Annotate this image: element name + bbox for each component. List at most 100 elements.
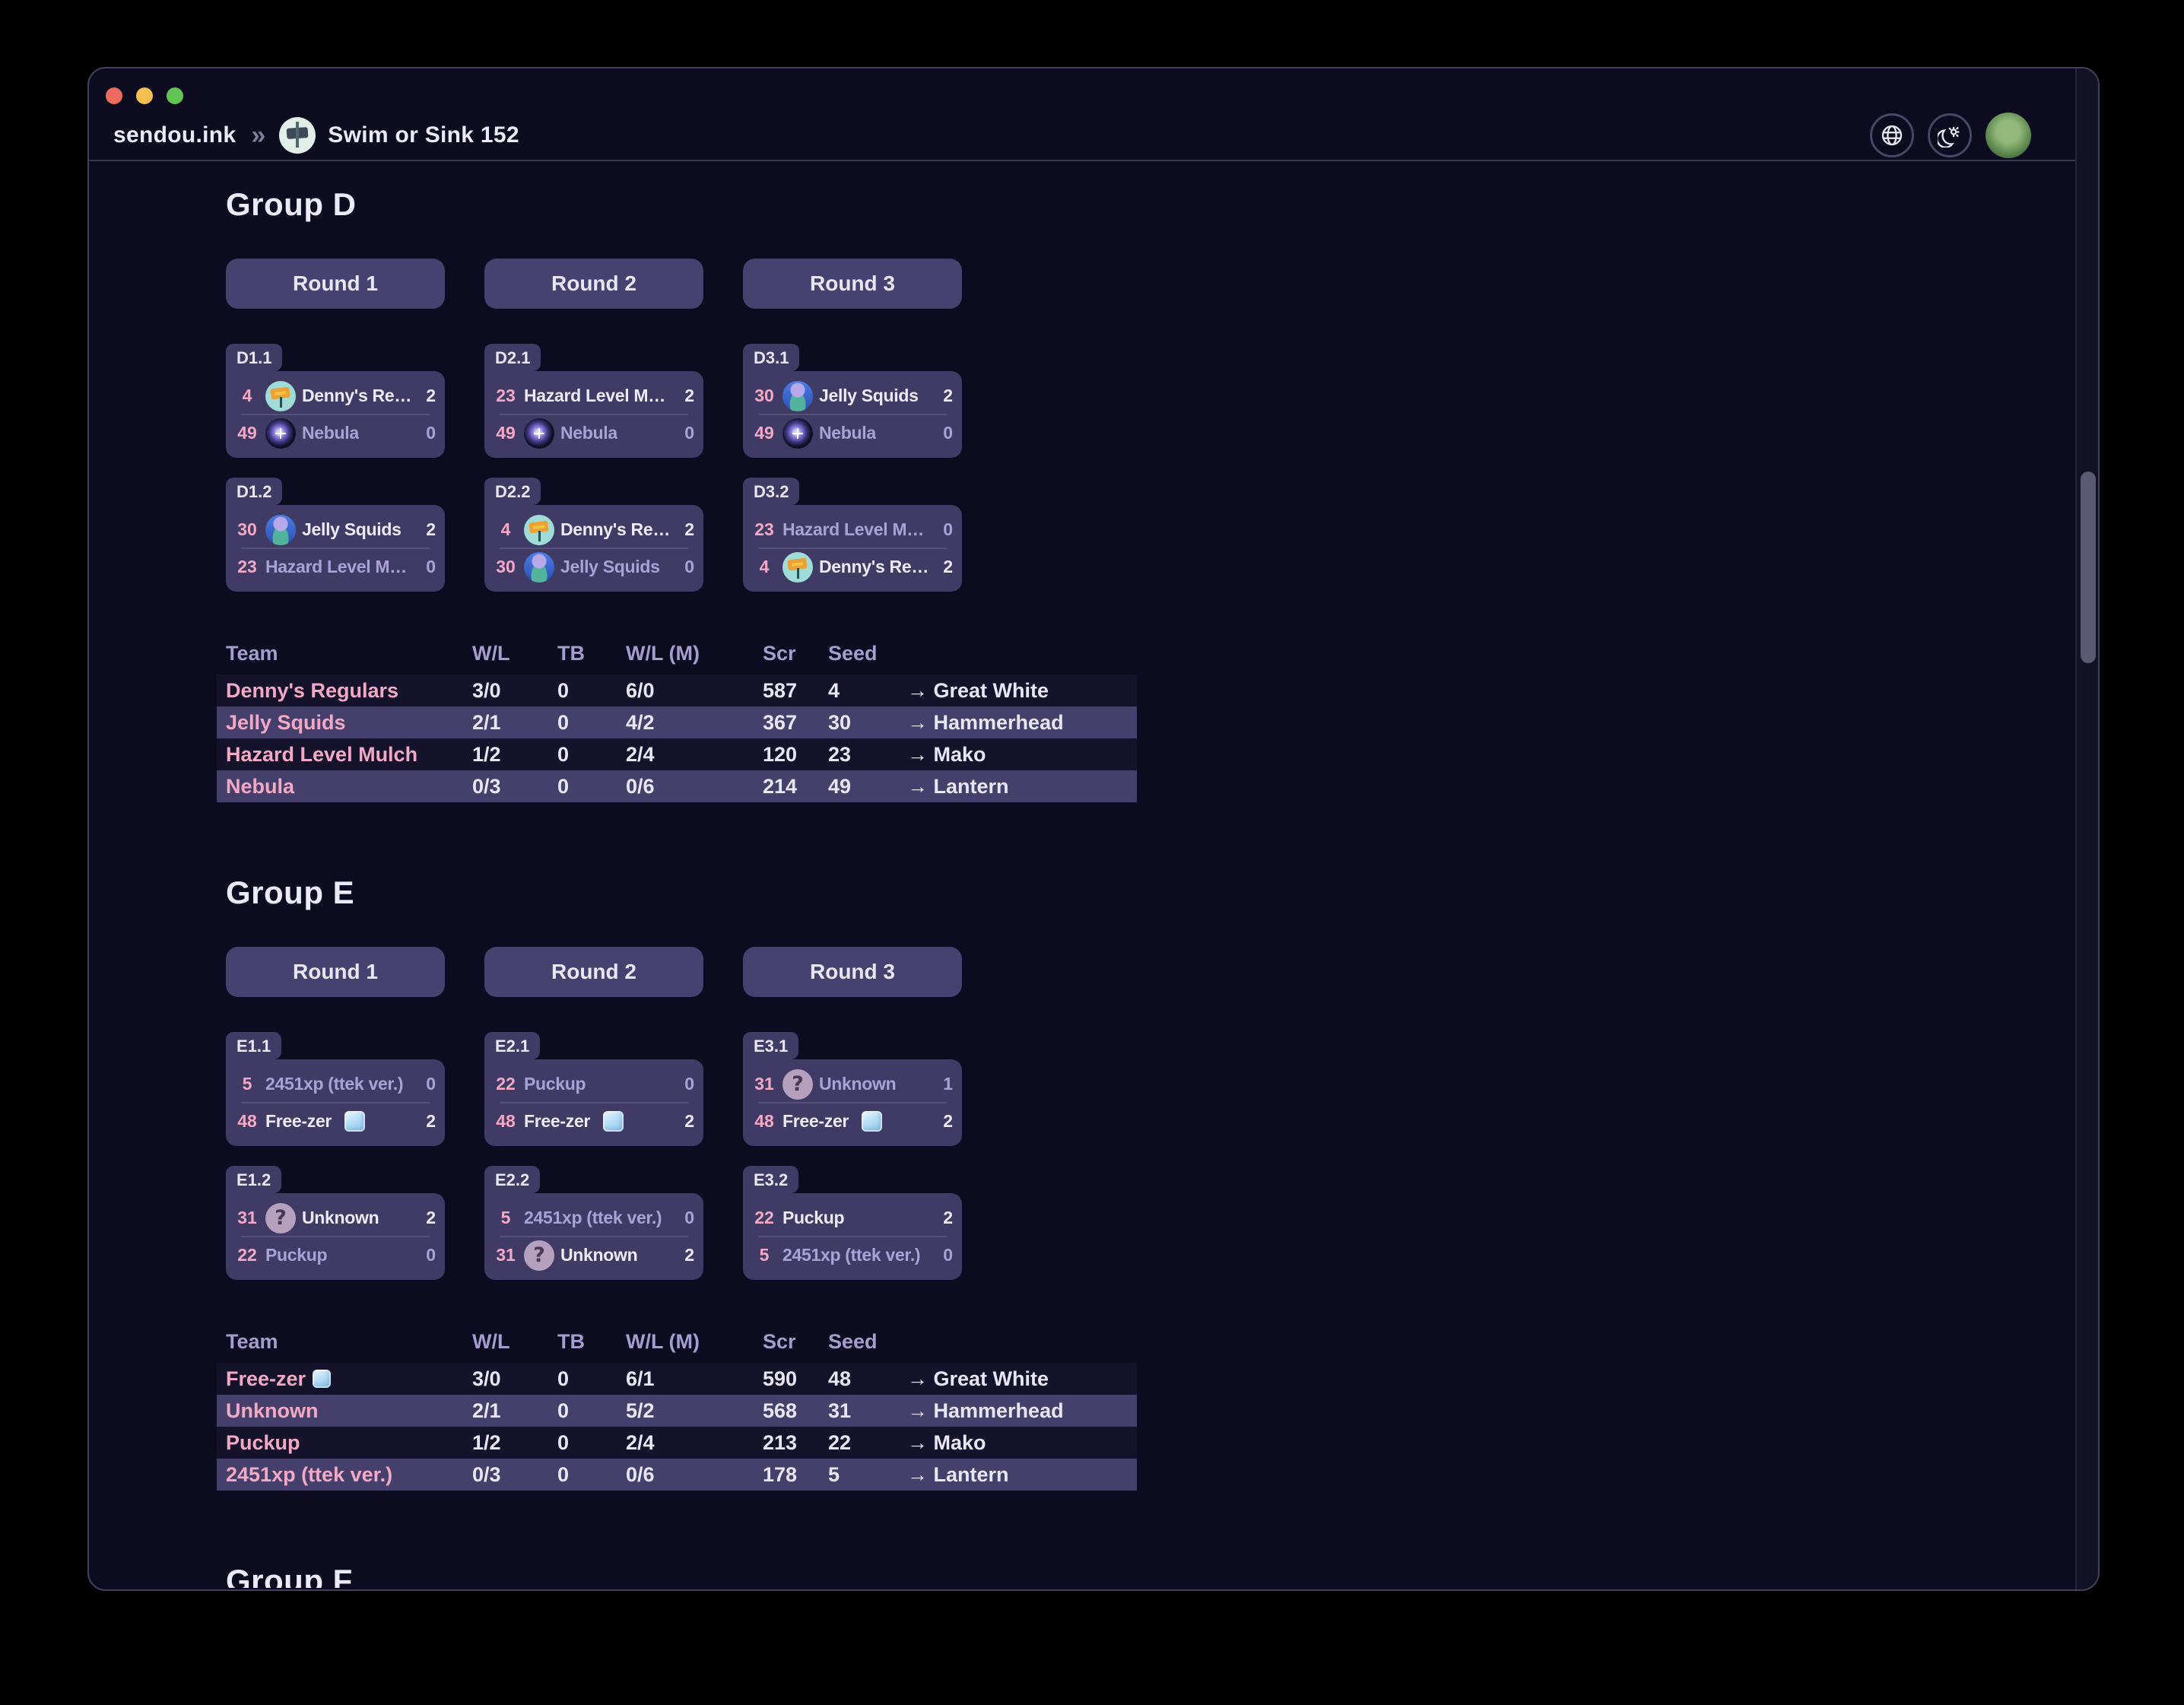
team-row: 23Hazard Level M…0 [235,549,436,585]
user-avatar[interactable] [1986,113,2031,158]
round-button-3[interactable]: Round 3 [743,259,962,309]
match-card[interactable]: 4Denny's Re…249Nebula0 [226,371,445,458]
team-name: Free-zer [782,1111,849,1132]
match-id-badge[interactable]: D2.1 [484,344,541,371]
team-name: 2451xp (ttek ver.) [524,1208,662,1228]
team-link-cell[interactable]: Puckup [217,1427,472,1459]
team-seed: 30 [235,519,259,540]
match-id-badge[interactable]: E1.1 [226,1032,281,1059]
team-name: Jelly Squids [560,557,660,577]
breadcrumb-tournament-title[interactable]: Swim or Sink 152 [328,122,519,148]
column-header: TB [557,1330,626,1363]
round-tabs: Round 1 Round 2 Round 3 [226,259,2052,309]
round-button-1[interactable]: Round 1 [226,947,445,997]
round-tabs: Round 1 Round 2 Round 3 [226,947,2052,997]
team-seed: 49 [494,423,518,443]
wlm-cell: 5/2 [626,1395,763,1427]
team-link-cell[interactable]: Nebula [217,770,472,802]
round-button-2[interactable]: Round 2 [484,259,703,309]
team-name: Nebula [302,423,359,443]
desktop-background: { "colors": { "background": "#000000", "… [0,0,2184,1705]
match: E1.152451xp (ttek ver.)048Free-zer2 [226,1032,445,1146]
wl-cell: 3/0 [472,675,557,706]
match-id-badge[interactable]: E3.2 [743,1166,798,1193]
seed-cell: 31 [828,1395,907,1427]
match-id-badge[interactable]: E2.2 [484,1166,540,1193]
scr-cell: 568 [763,1395,828,1427]
match-id-badge[interactable]: D1.1 [226,344,282,371]
team-score: 2 [938,1111,953,1132]
language-globe-button[interactable] [1870,113,1914,157]
jelly-avatar [524,552,554,583]
match-card[interactable]: 30Jelly Squids223Hazard Level M…0 [226,505,445,592]
match-card[interactable]: 31Unknown222Puckup0 [226,1193,445,1280]
round-button-3[interactable]: Round 3 [743,947,962,997]
team-link-cell[interactable]: 2451xp (ttek ver.) [217,1459,472,1491]
team-link-cell[interactable]: Hazard Level Mulch [217,738,472,770]
dennys-avatar [524,515,554,545]
round-button-1[interactable]: Round 1 [226,259,445,309]
wl-cell: 3/0 [472,1363,557,1395]
team-row: 52451xp (ttek ver.)0 [494,1200,694,1236]
team-name: 2451xp (ttek ver.) [265,1074,403,1094]
team-row: 30Jelly Squids0 [494,549,694,585]
match-card[interactable]: 4Denny's Re…230Jelly Squids0 [484,505,703,592]
match-id-badge[interactable]: D3.2 [743,478,799,505]
match-id-badge[interactable]: D2.2 [484,478,541,505]
team-link-cell[interactable]: Free-zer [217,1363,472,1395]
match-id-badge[interactable]: D1.2 [226,478,282,505]
match: E3.131Unknown148Free-zer2 [743,1032,962,1146]
scrollbar-thumb[interactable] [2081,471,2096,663]
team-name: Puckup [524,1074,586,1094]
question-avatar [782,1069,813,1100]
match-card[interactable]: 31Unknown148Free-zer2 [743,1059,962,1146]
match-id-badge[interactable]: D3.1 [743,344,799,371]
match-card[interactable]: 22Puckup252451xp (ttek ver.)0 [743,1193,962,1280]
team-row: 49Nebula0 [494,415,694,451]
wlm-cell: 2/4 [626,738,763,770]
team-name: Hazard Level M… [265,557,407,577]
match-id-badge[interactable]: E2.1 [484,1032,540,1059]
team-row: 22Puckup0 [494,1066,694,1102]
zoom-button[interactable] [167,87,183,104]
wl-cell: 1/2 [472,1427,557,1459]
column-header: W/L (M) [626,642,763,675]
team-link-cell[interactable]: Denny's Regulars [217,675,472,706]
match-card[interactable]: 52451xp (ttek ver.)031Unknown2 [484,1193,703,1280]
match: D3.223Hazard Level M…04Denny's Re…2 [743,478,962,592]
match-card[interactable]: 52451xp (ttek ver.)048Free-zer2 [226,1059,445,1146]
team-seed: 23 [752,519,776,540]
team-score: 2 [938,386,953,406]
header-actions [1870,113,2031,158]
team-seed: 5 [235,1074,259,1094]
team-row: 4Denny's Re…2 [752,549,953,585]
swim-logo-avatar[interactable] [279,117,316,154]
close-button[interactable] [106,87,122,104]
match-id-badge[interactable]: E1.2 [226,1166,281,1193]
ice-cube-icon [344,1111,365,1132]
seed-cell: 4 [828,675,907,706]
minimize-button[interactable] [136,87,153,104]
team-score: 0 [421,1245,436,1265]
team-row: 31Unknown2 [235,1200,436,1236]
match-card[interactable]: 30Jelly Squids249Nebula0 [743,371,962,458]
destination-cell: → Hammerhead [907,706,1137,738]
team-seed: 30 [752,386,776,406]
tb-cell: 0 [557,675,626,706]
standings-table: TeamW/LTBW/L (M)ScrSeedFree-zer3/006/159… [217,1330,1137,1491]
wl-cell: 2/1 [472,706,557,738]
scrollbar-track[interactable] [2075,68,2098,1589]
theme-toggle-button[interactable] [1928,113,1972,157]
breadcrumb-site-link[interactable]: sendou.ink [113,122,236,148]
match-card[interactable]: 22Puckup048Free-zer2 [484,1059,703,1146]
match-id-badge[interactable]: E3.1 [743,1032,798,1059]
dennys-avatar [782,552,813,583]
match-card[interactable]: 23Hazard Level M…04Denny's Re…2 [743,505,962,592]
tb-cell: 0 [557,1395,626,1427]
team-link-cell[interactable]: Jelly Squids [217,706,472,738]
team-link-cell[interactable]: Unknown [217,1395,472,1427]
round-button-2[interactable]: Round 2 [484,947,703,997]
match-card[interactable]: 23Hazard Level M…249Nebula0 [484,371,703,458]
bracket-content: Group DRound 1Round 2Round 3D1.14Denny's… [89,161,2098,1588]
team-row: 31Unknown1 [752,1066,953,1102]
